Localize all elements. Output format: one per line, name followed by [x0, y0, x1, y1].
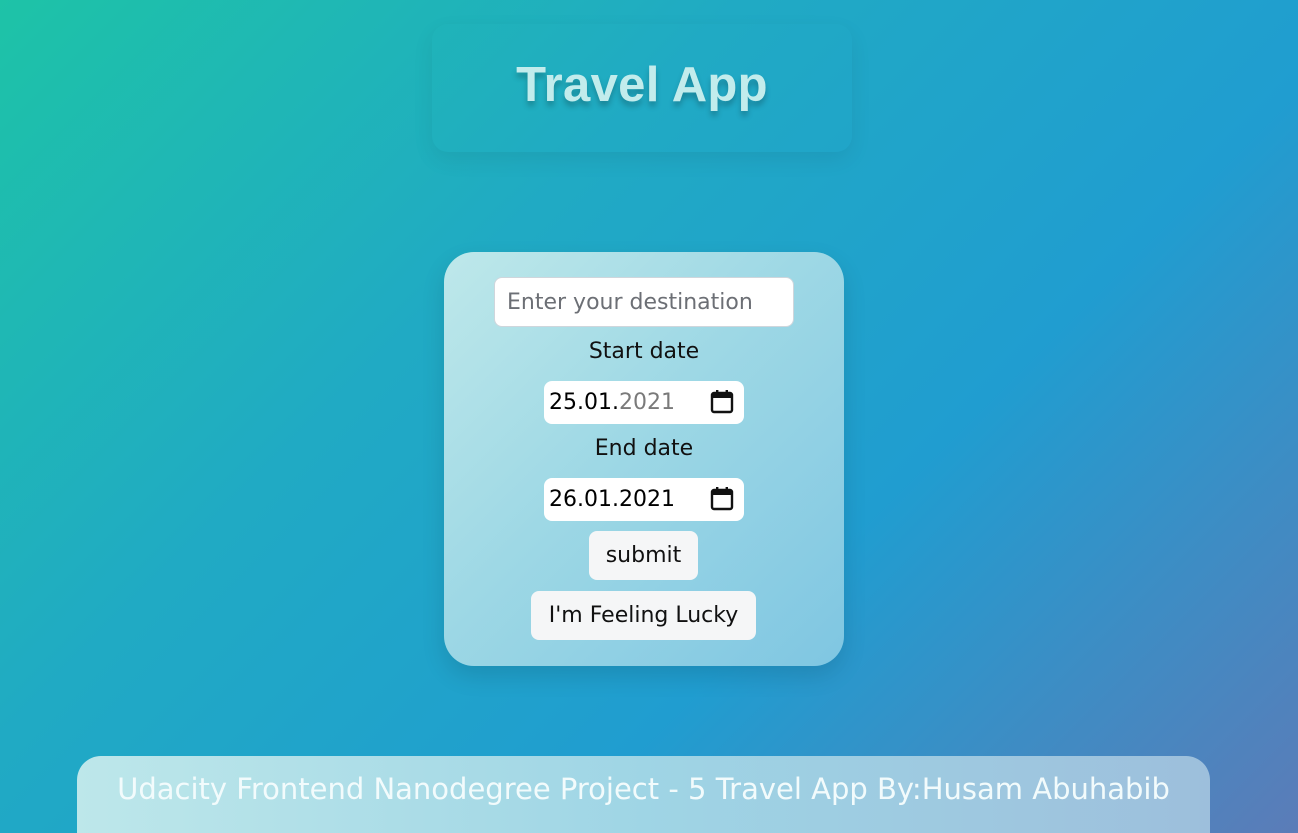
- end-date-value: 26.01.2021: [549, 487, 675, 512]
- calendar-icon[interactable]: [710, 389, 734, 415]
- submit-button[interactable]: submit: [589, 531, 698, 580]
- end-date-label: End date: [594, 436, 694, 461]
- start-date-input[interactable]: 25.01. 2021: [544, 381, 744, 424]
- footer-credit: Udacity Frontend Nanodegree Project - 5 …: [117, 772, 1170, 806]
- header-card: Travel App: [432, 24, 852, 152]
- travel-form: Start date 25.01.2021 End date 26.01.202…: [444, 252, 844, 666]
- destination-input[interactable]: [494, 277, 794, 327]
- end-date-input[interactable]: 26.01.2021: [544, 478, 744, 521]
- footer: Udacity Frontend Nanodegree Project - 5 …: [77, 756, 1210, 833]
- app-title: Travel App: [516, 58, 768, 112]
- start-date-day-month: 25.01.: [549, 390, 619, 415]
- start-date-label: Start date: [588, 339, 700, 364]
- start-date-year: 2021: [618, 390, 675, 415]
- calendar-icon[interactable]: [710, 486, 734, 512]
- feeling-lucky-button[interactable]: I'm Feeling Lucky: [531, 591, 756, 640]
